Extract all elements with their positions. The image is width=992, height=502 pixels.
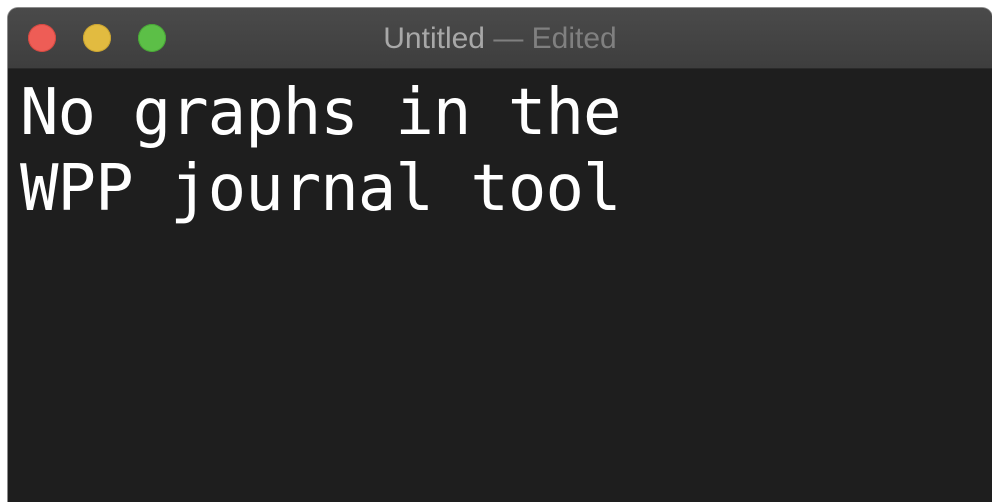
text-line: WPP journal tool [20,152,622,226]
document-text[interactable]: No graphs in the WPP journal tool [20,75,960,227]
title-separator: — [484,22,532,55]
text-editor-window: Untitled — Edited No graphs in the WPP jo… [8,8,992,502]
title-bar[interactable]: Untitled — Edited [8,8,992,69]
document-name: Untitled [383,22,485,55]
text-editing-area[interactable]: No graphs in the WPP journal tool [8,69,992,502]
window-title: Untitled — Edited [8,8,992,68]
text-line: No graphs in the [20,76,622,150]
edited-status: Edited [531,22,617,55]
